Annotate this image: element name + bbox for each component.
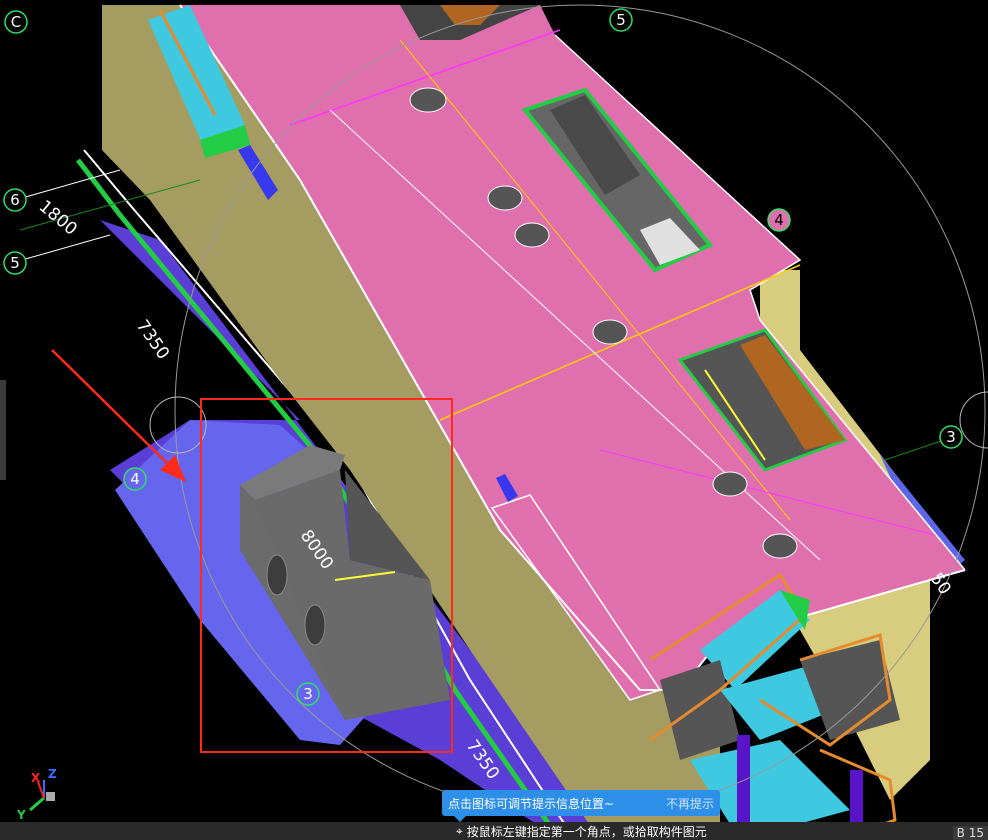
roof-hole[interactable]: [409, 87, 447, 113]
axis-gizmo: X Z Y: [16, 767, 57, 822]
corner-label: B 15: [952, 826, 988, 840]
hint-tooltip[interactable]: 点击图标可调节提示信息位置~ 不再提示: [442, 790, 720, 822]
command-prompt-text: 按鼠标左键指定第一个角点，或拾取构件图元: [466, 824, 707, 839]
crosshair-cursor-icon: ⌖: [456, 823, 463, 838]
red-arrow-shaft: [51, 349, 173, 469]
building-3d-scene[interactable]: C 5 6 5 4 4 3 3 1800 7350 8000 7350 50 X…: [0, 0, 988, 840]
gray-block-hole: [304, 604, 326, 646]
grid-bubble-4-right[interactable]: 4: [767, 208, 791, 232]
svg-text:3: 3: [303, 685, 313, 703]
grid-bubble-4-left[interactable]: 4: [123, 467, 147, 491]
svg-text:6: 6: [10, 191, 20, 209]
roof-hole[interactable]: [762, 533, 798, 559]
dimension-label-1800: 1800: [35, 197, 81, 240]
svg-text:C: C: [11, 13, 21, 31]
roof-hole[interactable]: [514, 222, 550, 248]
dont-show-again-link[interactable]: 不再提示: [666, 795, 714, 812]
axis-z-label: Z: [48, 767, 57, 781]
roof-hole[interactable]: [487, 185, 523, 211]
grid-bubble-3-right[interactable]: 3: [939, 425, 963, 449]
svg-text:4: 4: [774, 211, 784, 229]
svg-text:3: 3: [946, 428, 956, 446]
svg-text:5: 5: [10, 254, 20, 272]
svg-text:5: 5: [616, 11, 626, 29]
grid-bubble-5-top[interactable]: 5: [609, 8, 633, 32]
grid-bubble-3-bottom[interactable]: 3: [296, 682, 320, 706]
gray-block-hole: [266, 554, 288, 596]
svg-text:4: 4: [130, 470, 140, 488]
command-prompt-bar: ⌖ 按鼠标左键指定第一个角点，或拾取构件图元 B 15: [0, 822, 988, 840]
hint-tooltip-message: 点击图标可调节提示信息位置~: [448, 796, 615, 811]
dimension-line: [14, 234, 111, 263]
3d-model-viewport[interactable]: C 5 6 5 4 4 3 3 1800 7350 8000 7350 50 X…: [0, 0, 988, 840]
roof-hole[interactable]: [592, 319, 628, 345]
axis-y-label: Y: [16, 808, 26, 822]
axis-x-label: X: [31, 771, 41, 785]
dimension-label-7350-left: 7350: [132, 316, 173, 363]
grid-bubble-6-left[interactable]: 6: [3, 188, 27, 212]
roof-hole[interactable]: [712, 471, 748, 497]
grid-bubble-5-left[interactable]: 5: [3, 251, 27, 275]
grid-bubble-c[interactable]: C: [4, 10, 28, 34]
